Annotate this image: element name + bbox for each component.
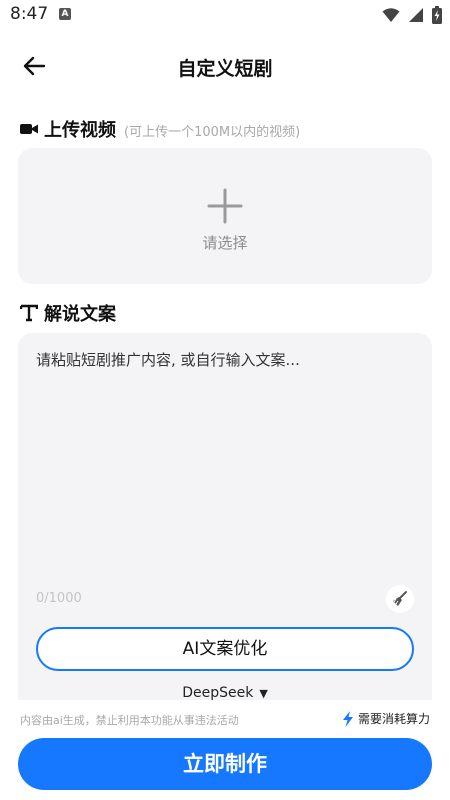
char-counter: 0/1000 <box>36 591 82 606</box>
status-bar: 8:47 A <box>0 0 450 32</box>
make-now-button[interactable]: 立即制作 <box>18 738 432 790</box>
clear-button[interactable] <box>386 585 414 613</box>
wifi-icon <box>382 8 400 22</box>
screen: 8:47 A 自定义短剧 上传视频 (可上传一个100M以内的视频) 请选择 解… <box>0 0 450 800</box>
lightning-icon <box>342 710 353 727</box>
text-t-icon <box>20 304 38 322</box>
script-panel: 0/1000 AI文案优化 DeepSeek ▼ <box>18 333 432 703</box>
signal-icon <box>409 8 423 22</box>
upload-section-heading: 上传视频 (可上传一个100M以内的视频) <box>20 116 300 142</box>
upload-section-title: 上传视频 <box>44 120 116 141</box>
header: 自定义短剧 <box>0 40 450 92</box>
notification-icon: A <box>59 8 71 20</box>
page-title: 自定义短剧 <box>177 58 273 80</box>
plus-icon <box>207 188 243 224</box>
ai-optimize-button[interactable]: AI文案优化 <box>36 627 414 671</box>
upload-hint: (可上传一个100M以内的视频) <box>124 124 301 140</box>
model-name: DeepSeek <box>182 685 254 701</box>
script-textarea[interactable] <box>36 349 416 579</box>
status-time: 8:47 <box>10 4 49 24</box>
select-label: 请选择 <box>202 234 248 252</box>
video-upload-area[interactable]: 请选择 <box>18 148 432 284</box>
cost-note: 需要消耗算力 <box>342 710 430 727</box>
video-camera-icon <box>20 124 38 134</box>
script-section-title: 解说文案 <box>44 304 116 325</box>
broom-icon <box>393 591 407 606</box>
footer-bar: 内容由ai生成，禁止利用本功能从事违法活动 需要消耗算力 立即制作 <box>0 700 450 800</box>
cost-note-text: 需要消耗算力 <box>357 712 430 726</box>
disclaimer-text: 内容由ai生成，禁止利用本功能从事违法活动 <box>20 714 239 727</box>
caret-down-icon: ▼ <box>259 687 268 700</box>
battery-icon <box>432 6 442 24</box>
script-section-heading: 解说文案 <box>20 300 116 326</box>
status-icons <box>382 6 442 24</box>
